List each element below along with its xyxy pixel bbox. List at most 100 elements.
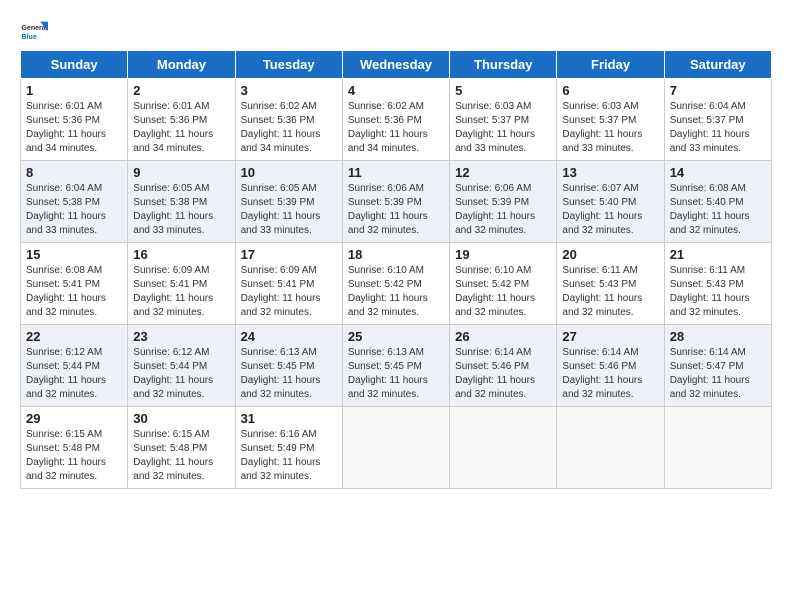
day-info: Sunrise: 6:14 AMSunset: 5:46 PMDaylight:… <box>455 347 535 400</box>
day-number: 29 <box>26 411 122 426</box>
day-info: Sunrise: 6:09 AMSunset: 5:41 PMDaylight:… <box>133 265 213 318</box>
calendar-day-cell: 10 Sunrise: 6:05 AMSunset: 5:39 PMDaylig… <box>235 161 342 243</box>
day-info: Sunrise: 6:14 AMSunset: 5:46 PMDaylight:… <box>562 347 642 400</box>
page-header: General Blue <box>20 20 772 42</box>
calendar-day-cell: 23 Sunrise: 6:12 AMSunset: 5:44 PMDaylig… <box>128 325 235 407</box>
calendar-day-cell <box>342 407 449 489</box>
day-info: Sunrise: 6:05 AMSunset: 5:39 PMDaylight:… <box>241 183 321 236</box>
calendar-day-cell: 15 Sunrise: 6:08 AMSunset: 5:41 PMDaylig… <box>21 243 128 325</box>
calendar-day-cell: 28 Sunrise: 6:14 AMSunset: 5:47 PMDaylig… <box>664 325 771 407</box>
day-number: 12 <box>455 165 551 180</box>
logo: General Blue <box>20 20 48 42</box>
calendar-day-cell: 3 Sunrise: 6:02 AMSunset: 5:36 PMDayligh… <box>235 79 342 161</box>
day-info: Sunrise: 6:04 AMSunset: 5:38 PMDaylight:… <box>26 183 106 236</box>
day-number: 21 <box>670 247 766 262</box>
day-number: 16 <box>133 247 229 262</box>
day-info: Sunrise: 6:14 AMSunset: 5:47 PMDaylight:… <box>670 347 750 400</box>
calendar-day-cell: 14 Sunrise: 6:08 AMSunset: 5:40 PMDaylig… <box>664 161 771 243</box>
day-number: 30 <box>133 411 229 426</box>
calendar-header-row: SundayMondayTuesdayWednesdayThursdayFrid… <box>21 51 772 79</box>
day-info: Sunrise: 6:12 AMSunset: 5:44 PMDaylight:… <box>133 347 213 400</box>
calendar-day-cell: 25 Sunrise: 6:13 AMSunset: 5:45 PMDaylig… <box>342 325 449 407</box>
calendar-day-cell: 26 Sunrise: 6:14 AMSunset: 5:46 PMDaylig… <box>450 325 557 407</box>
day-number: 14 <box>670 165 766 180</box>
calendar-table: SundayMondayTuesdayWednesdayThursdayFrid… <box>20 50 772 489</box>
day-number: 1 <box>26 83 122 98</box>
calendar-week-row: 8 Sunrise: 6:04 AMSunset: 5:38 PMDayligh… <box>21 161 772 243</box>
calendar-day-cell <box>557 407 664 489</box>
day-info: Sunrise: 6:02 AMSunset: 5:36 PMDaylight:… <box>241 101 321 154</box>
calendar-day-cell: 29 Sunrise: 6:15 AMSunset: 5:48 PMDaylig… <box>21 407 128 489</box>
day-info: Sunrise: 6:12 AMSunset: 5:44 PMDaylight:… <box>26 347 106 400</box>
calendar-day-cell: 21 Sunrise: 6:11 AMSunset: 5:43 PMDaylig… <box>664 243 771 325</box>
day-info: Sunrise: 6:16 AMSunset: 5:49 PMDaylight:… <box>241 429 321 482</box>
day-number: 28 <box>670 329 766 344</box>
day-info: Sunrise: 6:01 AMSunset: 5:36 PMDaylight:… <box>26 101 106 154</box>
day-number: 3 <box>241 83 337 98</box>
calendar-day-cell <box>450 407 557 489</box>
calendar-day-cell: 31 Sunrise: 6:16 AMSunset: 5:49 PMDaylig… <box>235 407 342 489</box>
day-number: 24 <box>241 329 337 344</box>
day-number: 7 <box>670 83 766 98</box>
day-info: Sunrise: 6:13 AMSunset: 5:45 PMDaylight:… <box>348 347 428 400</box>
calendar-week-row: 22 Sunrise: 6:12 AMSunset: 5:44 PMDaylig… <box>21 325 772 407</box>
day-of-week-header-thursday: Thursday <box>450 51 557 79</box>
day-info: Sunrise: 6:11 AMSunset: 5:43 PMDaylight:… <box>562 265 642 318</box>
day-number: 11 <box>348 165 444 180</box>
calendar-day-cell: 30 Sunrise: 6:15 AMSunset: 5:48 PMDaylig… <box>128 407 235 489</box>
day-of-week-header-saturday: Saturday <box>664 51 771 79</box>
day-info: Sunrise: 6:07 AMSunset: 5:40 PMDaylight:… <box>562 183 642 236</box>
day-number: 8 <box>26 165 122 180</box>
day-of-week-header-wednesday: Wednesday <box>342 51 449 79</box>
calendar-week-row: 29 Sunrise: 6:15 AMSunset: 5:48 PMDaylig… <box>21 407 772 489</box>
day-info: Sunrise: 6:08 AMSunset: 5:41 PMDaylight:… <box>26 265 106 318</box>
day-number: 9 <box>133 165 229 180</box>
calendar-day-cell: 19 Sunrise: 6:10 AMSunset: 5:42 PMDaylig… <box>450 243 557 325</box>
day-number: 22 <box>26 329 122 344</box>
calendar-day-cell: 24 Sunrise: 6:13 AMSunset: 5:45 PMDaylig… <box>235 325 342 407</box>
day-number: 31 <box>241 411 337 426</box>
day-info: Sunrise: 6:05 AMSunset: 5:38 PMDaylight:… <box>133 183 213 236</box>
day-number: 19 <box>455 247 551 262</box>
day-number: 4 <box>348 83 444 98</box>
day-info: Sunrise: 6:02 AMSunset: 5:36 PMDaylight:… <box>348 101 428 154</box>
svg-text:General: General <box>22 25 48 32</box>
day-number: 5 <box>455 83 551 98</box>
day-info: Sunrise: 6:06 AMSunset: 5:39 PMDaylight:… <box>348 183 428 236</box>
day-number: 25 <box>348 329 444 344</box>
day-number: 20 <box>562 247 658 262</box>
calendar-day-cell: 5 Sunrise: 6:03 AMSunset: 5:37 PMDayligh… <box>450 79 557 161</box>
day-info: Sunrise: 6:03 AMSunset: 5:37 PMDaylight:… <box>455 101 535 154</box>
calendar-day-cell: 22 Sunrise: 6:12 AMSunset: 5:44 PMDaylig… <box>21 325 128 407</box>
day-info: Sunrise: 6:15 AMSunset: 5:48 PMDaylight:… <box>26 429 106 482</box>
calendar-day-cell: 12 Sunrise: 6:06 AMSunset: 5:39 PMDaylig… <box>450 161 557 243</box>
day-number: 23 <box>133 329 229 344</box>
day-info: Sunrise: 6:15 AMSunset: 5:48 PMDaylight:… <box>133 429 213 482</box>
day-info: Sunrise: 6:08 AMSunset: 5:40 PMDaylight:… <box>670 183 750 236</box>
day-info: Sunrise: 6:03 AMSunset: 5:37 PMDaylight:… <box>562 101 642 154</box>
calendar-day-cell: 1 Sunrise: 6:01 AMSunset: 5:36 PMDayligh… <box>21 79 128 161</box>
day-info: Sunrise: 6:04 AMSunset: 5:37 PMDaylight:… <box>670 101 750 154</box>
calendar-day-cell: 4 Sunrise: 6:02 AMSunset: 5:36 PMDayligh… <box>342 79 449 161</box>
svg-text:Blue: Blue <box>22 34 37 41</box>
day-of-week-header-friday: Friday <box>557 51 664 79</box>
day-number: 26 <box>455 329 551 344</box>
day-number: 10 <box>241 165 337 180</box>
calendar-day-cell: 2 Sunrise: 6:01 AMSunset: 5:36 PMDayligh… <box>128 79 235 161</box>
day-of-week-header-tuesday: Tuesday <box>235 51 342 79</box>
day-info: Sunrise: 6:13 AMSunset: 5:45 PMDaylight:… <box>241 347 321 400</box>
calendar-day-cell: 9 Sunrise: 6:05 AMSunset: 5:38 PMDayligh… <box>128 161 235 243</box>
day-number: 17 <box>241 247 337 262</box>
day-number: 6 <box>562 83 658 98</box>
calendar-day-cell: 27 Sunrise: 6:14 AMSunset: 5:46 PMDaylig… <box>557 325 664 407</box>
logo-icon: General Blue <box>20 20 48 42</box>
calendar-week-row: 1 Sunrise: 6:01 AMSunset: 5:36 PMDayligh… <box>21 79 772 161</box>
day-info: Sunrise: 6:10 AMSunset: 5:42 PMDaylight:… <box>348 265 428 318</box>
day-info: Sunrise: 6:06 AMSunset: 5:39 PMDaylight:… <box>455 183 535 236</box>
calendar-day-cell <box>664 407 771 489</box>
calendar-day-cell: 13 Sunrise: 6:07 AMSunset: 5:40 PMDaylig… <box>557 161 664 243</box>
calendar-day-cell: 18 Sunrise: 6:10 AMSunset: 5:42 PMDaylig… <box>342 243 449 325</box>
day-number: 13 <box>562 165 658 180</box>
day-of-week-header-sunday: Sunday <box>21 51 128 79</box>
calendar-day-cell: 6 Sunrise: 6:03 AMSunset: 5:37 PMDayligh… <box>557 79 664 161</box>
